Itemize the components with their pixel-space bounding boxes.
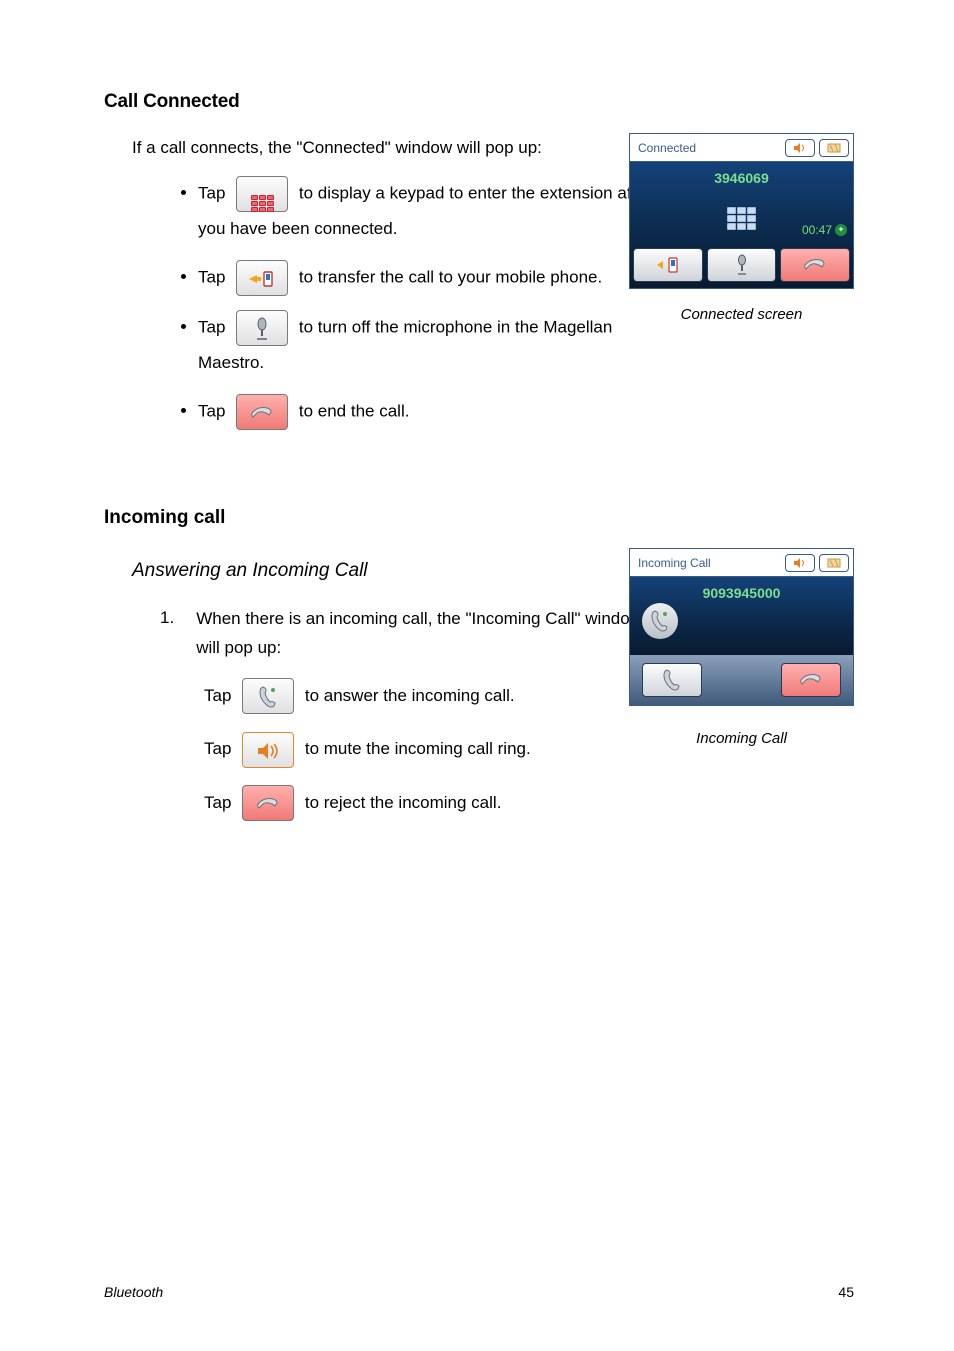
text-fragment: Tap <box>198 183 230 202</box>
text-fragment: to mute the incoming call ring. <box>305 739 531 758</box>
step-number: 1. <box>160 605 174 663</box>
step-1: 1. When there is an incoming call, the "… <box>160 605 660 663</box>
map-icon[interactable] <box>819 139 849 157</box>
call-timer: 00:47 ✦ <box>802 221 847 239</box>
text-fragment: to transfer the call to your mobile phon… <box>299 267 602 286</box>
volume-icon[interactable] <box>785 554 815 572</box>
step-body: When there is an incoming call, the "Inc… <box>196 605 660 663</box>
keypad-icon <box>727 207 756 230</box>
text-fragment: Tap <box>198 267 230 286</box>
text-fragment: to reject the incoming call. <box>305 793 502 812</box>
bullet-keypad: Tap to display a keypad to enter the ext… <box>198 176 658 246</box>
transfer-button[interactable] <box>633 248 703 282</box>
phone-number: 9093945000 <box>630 577 853 604</box>
page-footer: Bluetooth 45 <box>104 1282 854 1303</box>
text-fragment: Tap <box>198 317 230 336</box>
text-fragment: Tap <box>204 793 236 812</box>
footer-page-number: 45 <box>838 1282 854 1303</box>
intro-text: If a call connects, the "Connected" wind… <box>132 135 542 161</box>
bullet-mute-mic: Tap to turn off the microphone in the Ma… <box>198 310 658 380</box>
reject-call-icon <box>242 785 294 821</box>
map-icon[interactable] <box>819 554 849 572</box>
answer-button[interactable] <box>642 663 702 697</box>
screen-title: Incoming Call <box>634 554 711 572</box>
keypad-icon <box>236 176 288 212</box>
text-fragment: to end the call. <box>299 401 410 420</box>
footer-section: Bluetooth <box>104 1282 163 1303</box>
text-fragment: Tap <box>204 686 236 705</box>
screen-header: Connected <box>630 134 853 162</box>
mute-mic-button[interactable] <box>707 248 777 282</box>
incoming-screen: Incoming Call 9093945000 <box>629 548 854 706</box>
text-fragment: Tap <box>204 739 236 758</box>
volume-icon[interactable] <box>785 139 815 157</box>
heading-call-connected: Call Connected <box>104 88 854 117</box>
reject-button[interactable] <box>781 663 841 697</box>
caption-incoming: Incoming Call <box>629 718 854 751</box>
transfer-to-mobile-icon <box>236 260 288 296</box>
timer-value: 00:47 <box>802 221 832 239</box>
caption-connected: Connected screen <box>629 294 854 327</box>
heading-incoming-call: Incoming call <box>104 504 854 533</box>
clock-icon: ✦ <box>835 224 847 236</box>
substep-reject: Tap to reject the incoming call. <box>204 784 854 822</box>
screen-header: Incoming Call <box>630 549 853 577</box>
microphone-icon <box>236 310 288 346</box>
bullet-end-call: Tap to end the call. <box>198 394 658 430</box>
screen-title: Connected <box>634 139 696 157</box>
connected-screen: Connected 3946069 00:47 ✦ <box>629 133 854 289</box>
end-call-icon <box>236 394 288 430</box>
mute-ring-icon <box>242 732 294 768</box>
text-fragment: Tap <box>198 401 230 420</box>
phone-number: 3946069 <box>630 162 853 191</box>
bullet-transfer: Tap to transfer the call to your mobile … <box>198 260 658 296</box>
answer-call-icon <box>242 678 294 714</box>
text-fragment: to answer the incoming call. <box>305 686 515 705</box>
bullet-list: Tap to display a keypad to enter the ext… <box>198 176 658 430</box>
end-call-button[interactable] <box>780 248 850 282</box>
phone-ringing-icon <box>642 603 678 639</box>
